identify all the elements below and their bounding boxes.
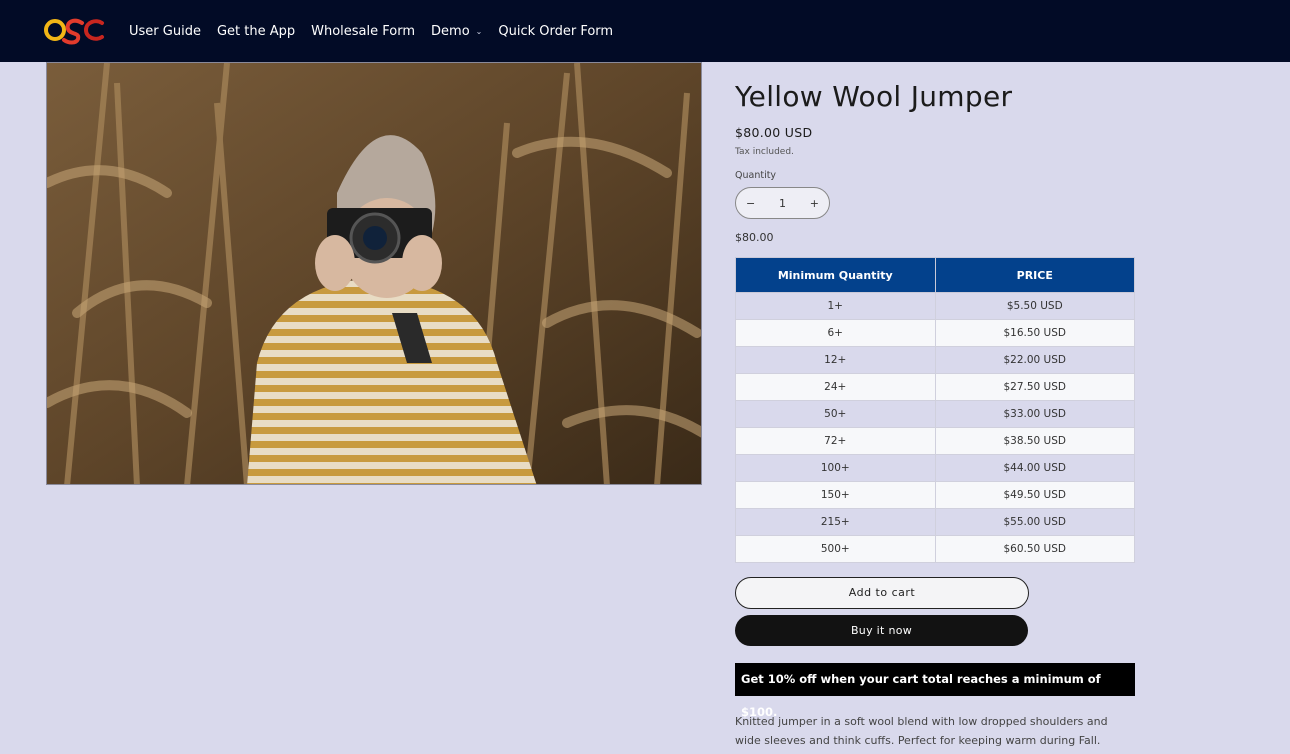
price-cell: $55.00 USD (934, 508, 1135, 536)
promo-banner: Get 10% off when your cart total reaches… (735, 663, 1135, 719)
photo-woman-camera-icon (47, 63, 701, 484)
chevron-down-icon: ⌄ (475, 26, 483, 36)
table-header-min-qty: Minimum Quantity (735, 257, 936, 293)
tax-note: Tax included. (735, 147, 794, 157)
table-row: 6+ $16.50 USD (735, 319, 1135, 347)
price-cell: $38.50 USD (934, 427, 1135, 455)
min-qty-cell: 500+ (735, 535, 936, 563)
min-qty-cell: 50+ (735, 400, 936, 428)
product-price: $80.00 USD (735, 125, 813, 140)
table-row: 215+ $55.00 USD (735, 508, 1135, 536)
table-row: 500+ $60.50 USD (735, 535, 1135, 563)
quantity-input[interactable]: 1 (779, 197, 786, 210)
quantity-stepper: − 1 + (735, 187, 830, 219)
price-cell: $49.50 USD (934, 481, 1135, 509)
table-row: 150+ $49.50 USD (735, 481, 1135, 509)
table-row: 24+ $27.50 USD (735, 373, 1135, 401)
min-qty-cell: 1+ (735, 292, 936, 320)
quantity-label: Quantity (735, 170, 777, 181)
product-image[interactable] (46, 62, 702, 485)
min-qty-cell: 100+ (735, 454, 936, 482)
price-cell: $27.50 USD (934, 373, 1135, 401)
min-qty-cell: 12+ (735, 346, 936, 374)
price-cell: $5.50 USD (934, 292, 1135, 320)
price-cell: $44.00 USD (934, 454, 1135, 482)
subtotal: $80.00 (735, 231, 774, 244)
min-qty-cell: 72+ (735, 427, 936, 455)
table-row: 12+ $22.00 USD (735, 346, 1135, 374)
min-qty-cell: 150+ (735, 481, 936, 509)
price-cell: $22.00 USD (934, 346, 1135, 374)
nav-quick-order-form[interactable]: Quick Order Form (498, 24, 613, 39)
nav-wholesale-form[interactable]: Wholesale Form (311, 24, 415, 39)
product-title: Yellow Wool Jumper (735, 80, 1013, 113)
minus-icon[interactable]: − (746, 197, 755, 210)
price-cell: $60.50 USD (934, 535, 1135, 563)
nav-demo[interactable]: Demo ⌄ (431, 24, 482, 39)
site-header: User Guide Get the App Wholesale Form De… (0, 0, 1290, 62)
add-to-cart-button[interactable]: Add to cart (735, 577, 1029, 609)
nav-user-guide[interactable]: User Guide (129, 24, 201, 39)
plus-icon[interactable]: + (810, 197, 819, 210)
table-header-price: PRICE (934, 257, 1135, 293)
nav-get-the-app[interactable]: Get the App (217, 24, 295, 39)
table-row: 100+ $44.00 USD (735, 454, 1135, 482)
min-qty-cell: 215+ (735, 508, 936, 536)
table-row: 1+ $5.50 USD (735, 292, 1135, 320)
price-cell: $16.50 USD (934, 319, 1135, 347)
price-cell: $33.00 USD (934, 400, 1135, 428)
quantity-price-table: Minimum Quantity PRICE 1+ $5.50 USD 6+ $16… (735, 257, 1135, 563)
min-qty-cell: 24+ (735, 373, 936, 401)
table-row: 50+ $33.00 USD (735, 400, 1135, 428)
table-row: 72+ $38.50 USD (735, 427, 1135, 455)
product-description: Knitted jumper in a soft wool blend with… (735, 715, 1108, 747)
min-qty-cell: 6+ (735, 319, 936, 347)
buy-now-button[interactable]: Buy it now (735, 615, 1028, 646)
main-nav: User Guide Get the App Wholesale Form De… (129, 0, 629, 62)
store-logo[interactable] (44, 14, 106, 46)
